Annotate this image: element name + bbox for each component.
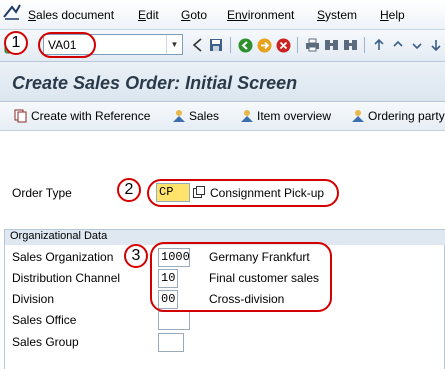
annotation-step-3: 3 — [124, 244, 148, 268]
person-icon — [173, 110, 185, 122]
sales-organization-label: Sales Organization — [12, 250, 114, 264]
previous-page-icon[interactable] — [390, 37, 406, 53]
annotation-step-1: 1 — [4, 31, 28, 55]
print-icon[interactable] — [304, 37, 320, 53]
item-overview-label: Item overview — [257, 109, 332, 123]
person-icon — [352, 110, 364, 122]
back-icon[interactable] — [237, 37, 253, 53]
toolbar-separator — [364, 37, 365, 53]
sales-button[interactable]: Sales — [172, 109, 219, 123]
page-title: Create Sales Order: Initial Screen — [12, 73, 298, 93]
next-page-icon[interactable] — [409, 37, 425, 53]
menu-environment[interactable]: Environment — [227, 8, 294, 22]
back-arrow-icon[interactable] — [189, 37, 205, 53]
sales-office-label: Sales Office — [12, 313, 77, 327]
save-icon[interactable] — [208, 37, 224, 53]
annotation-highlight-order-type — [147, 179, 339, 207]
menu-sales-document[interactable]: Sales document — [28, 8, 114, 22]
annotation-step-2: 2 — [117, 178, 141, 202]
menu-goto[interactable]: Goto — [181, 8, 207, 22]
annotation-highlight-command — [38, 32, 96, 58]
sales-label: Sales — [189, 109, 220, 123]
annotation-highlight-org-data — [150, 242, 332, 312]
person-icon — [241, 110, 253, 122]
menu-edit[interactable]: Edit — [138, 8, 159, 22]
menu-system[interactable]: System — [317, 8, 357, 22]
document-copy-icon — [14, 109, 27, 123]
ordering-party-label: Ordering party — [368, 109, 445, 123]
sap-menu-icon[interactable] — [3, 4, 21, 20]
create-with-reference-button[interactable]: Create with Reference — [14, 109, 150, 123]
find-next-icon[interactable] — [342, 37, 358, 53]
sales-group-input[interactable] — [158, 333, 184, 352]
toolbar-separator — [297, 37, 298, 53]
division-label: Division — [12, 292, 55, 306]
sales-group-label: Sales Group — [12, 335, 79, 349]
first-page-icon[interactable] — [371, 37, 387, 53]
sales-office-input[interactable] — [158, 311, 190, 330]
cancel-icon[interactable] — [275, 37, 291, 53]
find-icon[interactable] — [323, 37, 339, 53]
create-with-reference-label: Create with Reference — [31, 109, 151, 123]
organizational-data-title: Organizational Data — [10, 230, 108, 242]
ordering-party-button[interactable]: Ordering party — [351, 109, 445, 123]
last-page-icon[interactable] — [428, 37, 444, 53]
chevron-down-icon[interactable]: ▼ — [166, 35, 182, 54]
order-type-label: Order Type — [12, 186, 72, 200]
distribution-channel-label: Distribution Channel — [12, 271, 121, 285]
toolbar-separator — [230, 37, 231, 53]
item-overview-button[interactable]: Item overview — [240, 109, 331, 123]
exit-icon[interactable] — [256, 37, 272, 53]
menu-help[interactable]: Help — [380, 8, 405, 22]
